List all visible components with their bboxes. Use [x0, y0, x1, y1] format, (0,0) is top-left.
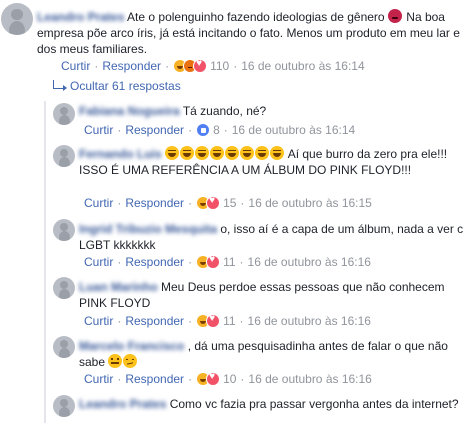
hide-replies-label: Ocultar 61 respostas [70, 79, 181, 93]
devil-icon [387, 9, 402, 23]
timestamp[interactable]: 16 de outubro às 16:14 [232, 123, 355, 137]
avatar[interactable] [53, 103, 75, 125]
reaction-icons[interactable] [196, 313, 221, 328]
reply-body: Fernando Luis Aí que burro da zero pra e… [79, 146, 464, 178]
avatar[interactable] [53, 277, 75, 299]
reaction-count[interactable]: 8 [213, 123, 220, 137]
laughing-emoji-icon [255, 146, 270, 160]
reaction-icons[interactable] [196, 195, 221, 210]
laughing-emoji-icon [165, 146, 180, 160]
love-icon [206, 254, 221, 269]
reply-link[interactable]: Responder [125, 196, 184, 210]
comment-actions: Curtir · Responder · 110 · 16 de outubro… [61, 58, 365, 73]
reaction-count[interactable]: 11 [223, 314, 235, 328]
laughing-emoji-icon [240, 146, 255, 160]
laughing-emoji-icon [225, 146, 240, 160]
reply-author[interactable]: Ingrid Tribuzio Mesquita [79, 222, 217, 236]
timestamp[interactable]: 16 de outubro às 16:14 [241, 59, 364, 73]
avatar[interactable] [53, 395, 75, 417]
avatar[interactable] [53, 336, 75, 358]
reply-link[interactable]: Responder [125, 372, 184, 386]
love-icon [206, 371, 221, 386]
hide-replies-button[interactable]: Ocultar 61 respostas [53, 79, 181, 93]
reply-link[interactable]: Responder [125, 255, 184, 269]
laughing-emoji-icon [195, 146, 210, 160]
reply-actions: Curtir · Responder · 8 · 16 de outubro à… [84, 123, 356, 137]
avatar[interactable] [53, 219, 75, 241]
reaction-icons[interactable] [196, 254, 221, 269]
reaction-icons[interactable] [196, 371, 221, 386]
grin-emoji-icon [108, 354, 123, 368]
reply-actions: Curtir · Responder · 10 · 16 de outubro … [84, 371, 372, 386]
reaction-icons[interactable] [196, 123, 211, 137]
avatar[interactable] [1, 3, 33, 35]
reply-text: Tá zuando, né? [182, 104, 267, 118]
reply-body: Marcelo Francisco , dá uma pesquisadinha… [79, 338, 464, 370]
like-link[interactable]: Curtir [84, 255, 113, 269]
smirk-emoji-icon [123, 354, 138, 368]
like-link[interactable]: Curtir [84, 123, 113, 137]
like-link[interactable]: Curtir [84, 314, 113, 328]
like-link[interactable]: Curtir [84, 196, 113, 210]
reply-body: Leandro Prates Como vc fazia pra passar … [79, 396, 464, 412]
comment-text: Ate o polenguinho fazendo ideologias de … [127, 10, 385, 24]
like-icon [196, 123, 211, 137]
reply-link[interactable]: Responder [125, 314, 184, 328]
like-link[interactable]: Curtir [84, 372, 113, 386]
love-icon [206, 195, 221, 210]
reply-arrow-icon [53, 79, 67, 91]
reply-body: Luan Marinho Meu Deus perdoe essas pesso… [79, 279, 464, 311]
reaction-count[interactable]: 11 [223, 255, 235, 269]
reaction-count[interactable]: 110 [210, 59, 229, 73]
reply-author[interactable]: Luan Marinho [79, 280, 158, 294]
reply-actions: Curtir · Responder · 11 · 16 de outubro … [84, 313, 371, 328]
laughing-emoji-icon [270, 146, 285, 160]
reply-text: Como vc fazia pra passar vergonha antes … [169, 397, 459, 411]
reply-link[interactable]: Responder [125, 123, 184, 137]
comment-author[interactable]: Leandro Prates [37, 10, 124, 24]
reply-author[interactable]: Marcelo Francisco [79, 339, 184, 353]
reply-author[interactable]: Fernando Luis [79, 147, 162, 161]
laughing-emoji-icon [180, 146, 195, 160]
laughing-emoji-icon [210, 146, 225, 160]
reply-body: Fabiana Nogueira Tá zuando, né? [79, 103, 464, 119]
reply-actions: Curtir · Responder · 15 · 16 de outubro … [84, 195, 372, 210]
timestamp[interactable]: 16 de outubro às 16:15 [248, 196, 371, 210]
avatar[interactable] [53, 145, 75, 167]
reply-author[interactable]: Fabiana Nogueira [79, 104, 180, 118]
reaction-icons[interactable] [173, 58, 208, 73]
reaction-count[interactable]: 15 [223, 196, 236, 210]
like-link[interactable]: Curtir [61, 59, 90, 73]
reaction-count[interactable]: 10 [223, 372, 236, 386]
reply-author[interactable]: Leandro Prates [79, 397, 166, 411]
timestamp[interactable]: 16 de outubro às 16:16 [248, 372, 371, 386]
timestamp[interactable]: 16 de outubro às 16:16 [248, 314, 371, 328]
comment-body: Leandro Prates Ate o polenguinho fazendo… [37, 9, 465, 57]
timestamp[interactable]: 16 de outubro às 16:16 [248, 255, 371, 269]
love-icon [193, 58, 208, 73]
reply-actions: Curtir · Responder · 11 · 16 de outubro … [84, 254, 371, 269]
love-icon [206, 313, 221, 328]
reply-body: Ingrid Tribuzio Mesquita o, isso aí é a … [79, 221, 464, 253]
laugh-emoji-group [165, 146, 288, 161]
reply-link[interactable]: Responder [102, 59, 161, 73]
